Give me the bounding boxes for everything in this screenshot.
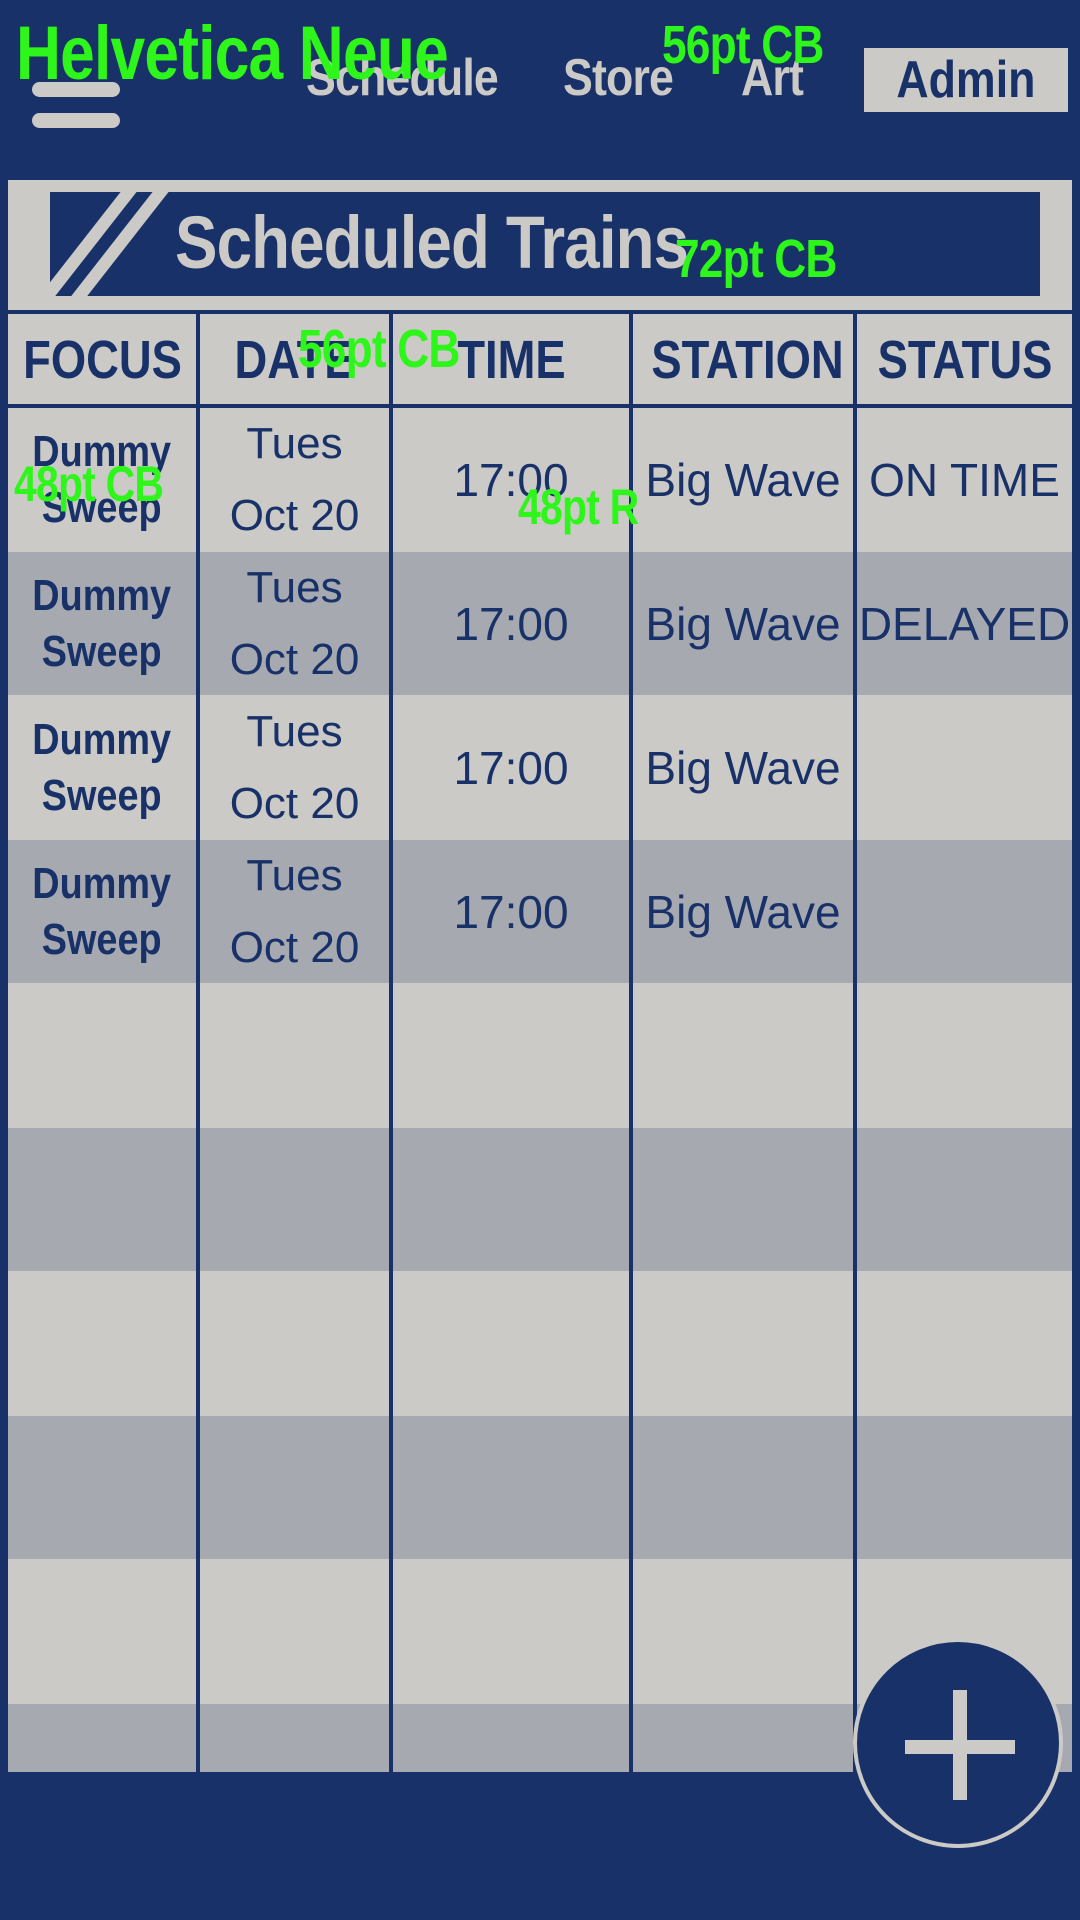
- admin-button-label: Admin: [896, 51, 1036, 109]
- table-row-2-status[interactable]: DELAYED: [857, 552, 1072, 695]
- table-row-4-focus[interactable]: Dummy Sweep: [8, 840, 196, 983]
- annotation-nav-size: 56pt CB: [662, 15, 824, 75]
- table-row-1-station[interactable]: Big Wave: [633, 408, 853, 552]
- table-row-4-station[interactable]: Big Wave: [633, 840, 853, 983]
- table-row-4-status[interactable]: [857, 840, 1072, 983]
- header-top-border: [8, 310, 1072, 314]
- plus-icon-vertical: [953, 1690, 967, 1800]
- annotation-focus-size: 48pt CB: [14, 456, 164, 512]
- nav-store[interactable]: Store: [563, 48, 674, 108]
- annotation-cell-size: 48pt R: [518, 479, 639, 535]
- table-row-3-status[interactable]: [857, 695, 1072, 840]
- annotation-header-size: 56pt CB: [298, 319, 460, 379]
- table-row-3-date[interactable]: Tues Oct 20: [200, 695, 389, 840]
- table-row-1-status[interactable]: ON TIME: [857, 408, 1072, 552]
- annotation-title-size: 72pt CB: [675, 229, 837, 289]
- title-banner: Scheduled Trains: [50, 192, 1040, 296]
- admin-button[interactable]: Admin: [864, 48, 1068, 112]
- row-band-6: [8, 1128, 1072, 1271]
- table-row-2-station[interactable]: Big Wave: [633, 552, 853, 695]
- row-band-8: [8, 1416, 1072, 1559]
- column-header-station[interactable]: STATION: [633, 320, 853, 400]
- column-header-focus[interactable]: FOCUS: [8, 320, 196, 400]
- annotation-font-name: Helvetica Neue: [16, 11, 449, 96]
- add-train-button[interactable]: [853, 1638, 1063, 1848]
- column-header-status[interactable]: STATUS: [857, 320, 1072, 400]
- table-row-2-time[interactable]: 17:00: [393, 552, 629, 695]
- table-row-3-focus[interactable]: Dummy Sweep: [8, 695, 196, 840]
- menu-bar-3: [32, 113, 120, 128]
- table-row-4-date[interactable]: Tues Oct 20: [200, 840, 389, 983]
- table-row-2-focus[interactable]: Dummy Sweep: [8, 552, 196, 695]
- table-row-2-date[interactable]: Tues Oct 20: [200, 552, 389, 695]
- table-row-1-date[interactable]: Tues Oct 20: [200, 408, 389, 552]
- page-title: Scheduled Trains: [175, 201, 689, 284]
- table-row-3-station[interactable]: Big Wave: [633, 695, 853, 840]
- table-row-3-time[interactable]: 17:00: [393, 695, 629, 840]
- schedule-panel: Scheduled Trains FOCUS DATE TIME STATION…: [8, 180, 1072, 1772]
- table-row-4-time[interactable]: 17:00: [393, 840, 629, 983]
